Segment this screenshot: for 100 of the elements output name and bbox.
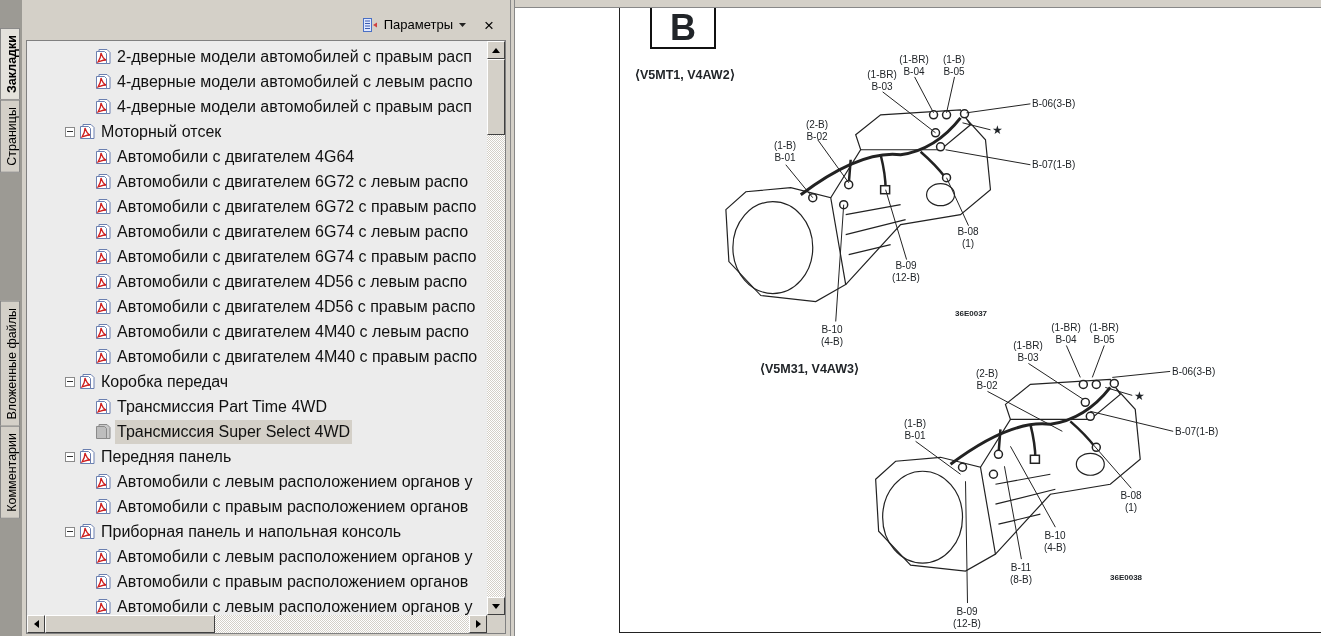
pdf-file-icon [79, 523, 96, 540]
connector-label: B-09 (12-B) [953, 606, 981, 629]
pdf-file-icon [95, 273, 112, 290]
scrollbar-thumb[interactable] [45, 615, 215, 633]
collapse-toggle[interactable] [65, 126, 75, 137]
bookmark-item[interactable]: Автомобили с двигателем 6G72 с левым распо [115, 169, 471, 194]
diagram-title: ⟨V5M31, V4AW3⟩ [760, 361, 859, 378]
connector-label: (2-B) B-02 [975, 368, 999, 391]
connector-label: (1-B) B-01 [773, 140, 797, 163]
pdf-file-icon [95, 398, 112, 415]
connector-label: (1-BR) B-04 [899, 54, 929, 77]
figure-code: 36E0038 [1110, 572, 1143, 584]
options-button[interactable]: Параметры [362, 15, 467, 35]
bookmark-item[interactable]: Автомобили с левым расположением органов у [115, 544, 475, 569]
pdf-file-icon [95, 298, 112, 315]
star-mark: ★ [1134, 390, 1145, 402]
options-icon [362, 18, 378, 32]
bookmark-item[interactable]: 4-дверные модели автомобилей с правым расп [115, 94, 474, 119]
pdf-file-icon [95, 198, 112, 215]
diagram-title: ⟨V5MT1, V4AW2⟩ [635, 67, 735, 84]
close-button[interactable]: × [484, 16, 494, 34]
bookmark-item[interactable]: Автомобили с двигателем 6G72 с правым распо [115, 194, 479, 219]
connector-label: (1-B) B-05 [942, 54, 966, 77]
collapse-toggle[interactable] [65, 451, 75, 462]
section-letter: B [650, 8, 716, 49]
bookmark-item[interactable]: Автомобили с правым расположением органов [115, 569, 471, 594]
bookmark-item[interactable]: Автомобили с левым расположением органов у [115, 469, 475, 494]
pdf-file-icon [95, 473, 112, 490]
pdf-file-icon [95, 598, 112, 615]
panel-tab[interactable]: Закладки [0, 28, 20, 100]
bookmark-item[interactable]: Коробка передач [99, 369, 231, 394]
bookmark-item[interactable]: Автомобили с правым расположением органов [115, 494, 471, 519]
left-arrow-icon [33, 620, 39, 628]
leader-line [946, 177, 969, 227]
connector-label: B-08 (1) [957, 226, 979, 249]
pdf-file-icon [95, 348, 112, 365]
connector-label: B-07(1-B) [1032, 159, 1076, 171]
bookmark-item[interactable]: Трансмиссия Part Time 4WD [115, 394, 329, 419]
connector-label: B-06(3-B) [1032, 98, 1076, 110]
pdf-file-icon [95, 223, 112, 240]
connector-label: (1-BR) B-03 [1013, 340, 1043, 363]
leader-line [817, 139, 850, 184]
panel-tab[interactable]: Вложенные файлы [0, 300, 20, 427]
bookmark-item[interactable]: Автомобили с двигателем 4G64 [115, 144, 357, 169]
pdf-file-icon [95, 98, 112, 115]
figure-code: 36E0037 [955, 308, 988, 320]
pdf-file-icon [95, 173, 112, 190]
pdf-file-icon [79, 123, 96, 140]
pdf-file-icon [95, 148, 112, 165]
leader-line [966, 103, 1031, 114]
bookmark-item[interactable]: Передняя панель [99, 444, 234, 469]
connector-label: (1-BR) B-03 [867, 69, 897, 92]
scroll-down-button[interactable] [487, 597, 505, 615]
bookmark-item[interactable]: Автомобили с двигателем 4M40 с правым распо [115, 344, 480, 369]
collapse-toggle[interactable] [65, 376, 75, 387]
bookmark-item[interactable]: Моторный отсек [99, 119, 224, 144]
panel-tab[interactable]: Страницы [0, 99, 20, 173]
scroll-left-button[interactable] [27, 615, 45, 633]
bookmark-item[interactable]: Автомобили с двигателем 4D56 с правым распо [115, 294, 478, 319]
caret-icon [459, 23, 467, 27]
connector-label: (2-B) B-02 [805, 119, 829, 142]
bookmark-item[interactable]: 2-дверные модели автомобилей с правым расп [115, 44, 474, 69]
pdf-file-icon [95, 498, 112, 515]
scroll-right-button[interactable] [469, 615, 487, 633]
scrollbar-corner [487, 615, 505, 633]
leader-line [1104, 386, 1133, 396]
bookmark-item[interactable]: Приборная панель и напольная консоль [99, 519, 404, 544]
bookmark-item[interactable]: Автомобили с левым расположением органов у [115, 594, 475, 615]
leader-line [885, 189, 908, 261]
connector-label: (1-B) B-01 [903, 418, 927, 441]
bookmark-item[interactable]: Автомобили с двигателем 4M40 с левым распо [115, 319, 471, 344]
pdf-file-icon [95, 73, 112, 90]
leader-line [946, 76, 956, 114]
pdf-file-icon [79, 448, 96, 465]
star-mark: ★ [992, 124, 1003, 136]
leader-line [962, 122, 991, 131]
pdf-file-icon [79, 373, 96, 390]
bookmark-item[interactable]: 4-дверные модели автомобилей с левым распо [115, 69, 475, 94]
leader-line [915, 440, 961, 475]
scrollbar-thumb[interactable] [487, 59, 505, 135]
down-arrow-icon [492, 603, 500, 609]
connector-label: (1-BR) B-04 [1051, 322, 1081, 345]
connector-label: B-11 (8-B) [1009, 562, 1033, 585]
connector-label: B-06(3-B) [1172, 366, 1216, 378]
up-arrow-icon [492, 47, 500, 53]
bookmark-item[interactable]: Автомобили с двигателем 6G74 с левым распо [115, 219, 471, 244]
pdf-file-icon [95, 573, 112, 590]
right-arrow-icon [475, 620, 481, 628]
page-icon [95, 423, 112, 440]
leader-line [785, 164, 814, 199]
bookmark-item[interactable]: Автомобили с двигателем 6G74 с правым распо [115, 244, 479, 269]
connector-label: B-10 (4-B) [820, 324, 844, 347]
collapse-toggle[interactable] [65, 526, 75, 537]
bookmark-item[interactable]: Автомобили с двигателем 4D56 с левым распо [115, 269, 470, 294]
leader-line [1091, 344, 1105, 378]
connector-label: B-08 (1) [1120, 490, 1142, 513]
bookmark-item[interactable]: Трансмиссия Super Select 4WD [115, 419, 353, 444]
panel-tab[interactable]: Комментарии [0, 426, 20, 519]
scroll-up-button[interactable] [487, 41, 505, 59]
connector-label: B-07(1-B) [1175, 426, 1219, 438]
